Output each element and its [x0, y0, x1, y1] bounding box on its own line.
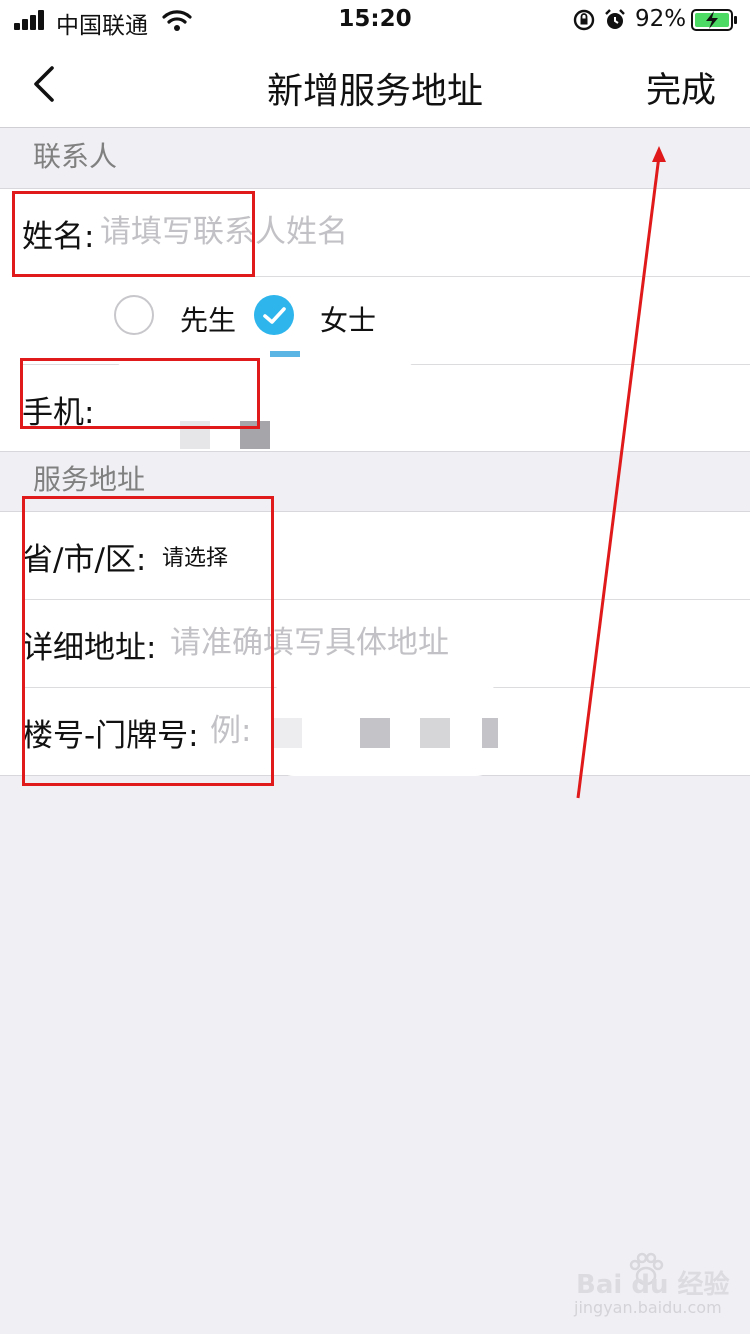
- baidu-jingyan-watermark: Bai du 经验 jingyan.baidu.com: [548, 1252, 730, 1324]
- watermark-logo-text: Bai du 经验: [576, 1270, 730, 1300]
- watermark-url: jingyan.baidu.com: [574, 1298, 722, 1317]
- annotation-arrow: [576, 146, 666, 799]
